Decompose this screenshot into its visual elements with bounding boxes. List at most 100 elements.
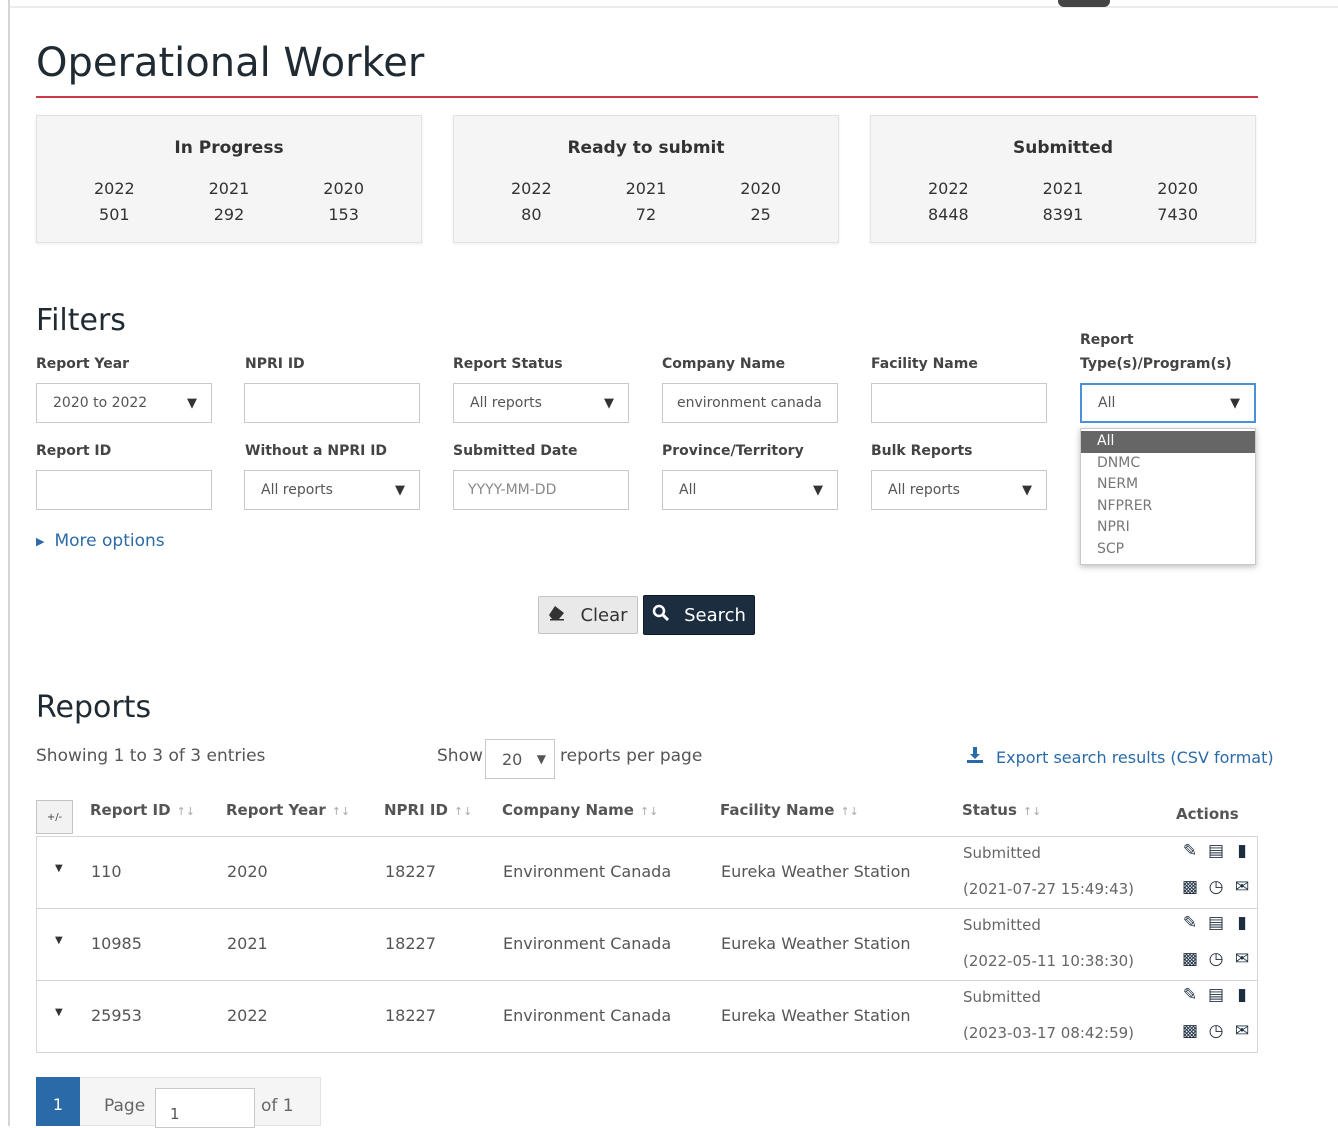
pdf-icon[interactable]: ▩ — [1177, 1021, 1203, 1041]
page-total: of 1 — [261, 1096, 294, 1116]
dropdown-option-nerm[interactable]: NERM — [1081, 474, 1255, 496]
facility-name-input[interactable] — [871, 383, 1047, 423]
entries-info: Showing 1 to 3 of 3 entries — [36, 746, 266, 766]
chevron-down-icon: ▼ — [395, 482, 405, 498]
header-label: Report ID — [90, 801, 171, 819]
caret-down-icon[interactable]: ▼ — [55, 1007, 63, 1018]
ready-to-submit-card: Ready to submit 2022 80 2021 72 2020 25 — [453, 115, 839, 243]
stat-column: 2020 7430 — [1148, 176, 1208, 228]
report-id-input[interactable] — [36, 470, 212, 510]
stat-count: 72 — [635, 205, 657, 224]
pdf-icon[interactable]: ▩ — [1177, 877, 1203, 897]
edit-icon[interactable]: ✎ — [1177, 985, 1203, 1005]
export-label: Export search results (CSV format) — [996, 748, 1274, 767]
cell-report-id: 25953 — [91, 1006, 142, 1025]
stat-column: 2022 8448 — [918, 176, 978, 228]
document-icon[interactable]: ▮ — [1229, 913, 1255, 933]
column-header-actions: Actions — [1176, 805, 1239, 823]
per-page-label: reports per page — [560, 746, 703, 766]
expand-all-toggle[interactable]: +/- — [36, 800, 73, 834]
clock-icon[interactable]: ◷ — [1203, 877, 1229, 897]
bulk-reports-select[interactable]: All reports ▼ — [871, 470, 1047, 510]
report-type-label: Report Type(s)/Program(s) — [1080, 328, 1232, 376]
search-button[interactable]: Search — [643, 595, 755, 635]
report-type-dropdown: All DNMC NERM NFPRER NPRI SCP — [1080, 428, 1256, 565]
dropdown-option-dnmc[interactable]: DNMC — [1081, 453, 1255, 475]
window-left-border — [8, 0, 10, 1126]
more-options-toggle[interactable]: ▶ More options — [36, 531, 165, 551]
select-value: All reports — [261, 482, 333, 498]
header-label: NPRI ID — [384, 801, 448, 819]
envelope-icon[interactable]: ✉ — [1229, 949, 1255, 969]
column-header-company-name[interactable]: Company Name ↑↓ — [502, 798, 658, 824]
clear-button[interactable]: Clear — [538, 596, 638, 634]
cell-company-name: Environment Canada — [503, 862, 672, 881]
save-icon[interactable]: ▤ — [1203, 913, 1229, 933]
page-button-current[interactable]: 1 — [36, 1077, 80, 1126]
select-value: 20 — [502, 749, 523, 769]
cell-npri-id: 18227 — [385, 934, 436, 953]
province-select[interactable]: All ▼ — [662, 470, 838, 510]
dropdown-option-all[interactable]: All — [1081, 431, 1255, 453]
stat-count: 80 — [521, 205, 542, 224]
sort-icon: ↑↓ — [1022, 805, 1042, 818]
cell-company-name: Environment Canada — [503, 934, 672, 953]
export-csv-link[interactable]: Export search results (CSV format) — [966, 746, 1274, 769]
reports-table: ▼ 110 2020 18227 Environment Canada Eure… — [36, 836, 1258, 1053]
column-header-report-year[interactable]: Report Year ↑↓ — [226, 798, 350, 824]
column-header-facility-name[interactable]: Facility Name ↑↓ — [720, 798, 859, 824]
report-type-select[interactable]: All ▼ — [1080, 383, 1256, 423]
select-value: All — [679, 482, 697, 498]
report-type-label-line2: Type(s)/Program(s) — [1080, 356, 1232, 372]
cell-status-date: (2022-05-11 10:38:30) — [963, 952, 1135, 970]
cell-report-year: 2021 — [227, 934, 268, 953]
stat-year: 2022 — [510, 179, 552, 198]
report-year-select[interactable]: 2020 to 2022 ▼ — [36, 383, 212, 423]
facility-name-label: Facility Name — [871, 356, 978, 372]
company-name-input[interactable]: environment canada — [662, 383, 838, 423]
document-icon[interactable]: ▮ — [1229, 985, 1255, 1005]
npri-id-input[interactable] — [244, 383, 420, 423]
npri-id-label: NPRI ID — [245, 356, 305, 372]
caret-down-icon[interactable]: ▼ — [55, 863, 63, 874]
header-label: Facility Name — [720, 801, 835, 819]
save-icon[interactable]: ▤ — [1203, 985, 1229, 1005]
bulk-reports-label: Bulk Reports — [871, 443, 973, 459]
sort-icon: ↑↓ — [639, 805, 659, 818]
download-icon — [966, 746, 984, 769]
cell-facility-name: Eureka Weather Station — [721, 1006, 911, 1025]
dropdown-option-scp[interactable]: SCP — [1081, 539, 1255, 561]
report-status-select[interactable]: All reports ▼ — [453, 383, 629, 423]
pdf-icon[interactable]: ▩ — [1177, 949, 1203, 969]
dropdown-option-nfprer[interactable]: NFPRER — [1081, 496, 1255, 518]
save-icon[interactable]: ▤ — [1203, 841, 1229, 861]
cell-company-name: Environment Canada — [503, 1006, 672, 1025]
envelope-icon[interactable]: ✉ — [1229, 877, 1255, 897]
submitted-date-input[interactable]: YYYY-MM-DD — [453, 470, 629, 510]
select-value: 2020 to 2022 — [53, 395, 148, 411]
page-input[interactable]: 1 — [155, 1088, 255, 1128]
header-label: Report Year — [226, 801, 326, 819]
dropdown-option-npri[interactable]: NPRI — [1081, 517, 1255, 539]
header-label: Company Name — [502, 801, 634, 819]
column-header-status[interactable]: Status ↑↓ — [962, 798, 1041, 824]
column-header-report-id[interactable]: Report ID ↑↓ — [90, 798, 195, 824]
report-status-label: Report Status — [453, 356, 563, 372]
edit-icon[interactable]: ✎ — [1177, 913, 1203, 933]
search-label: Search — [684, 604, 746, 626]
envelope-icon[interactable]: ✉ — [1229, 1021, 1255, 1041]
clock-icon[interactable]: ◷ — [1203, 1021, 1229, 1041]
show-label: Show — [437, 746, 483, 766]
company-name-label: Company Name — [662, 356, 786, 372]
caret-down-icon[interactable]: ▼ — [55, 935, 63, 946]
cell-report-id: 110 — [91, 862, 122, 881]
column-header-npri-id[interactable]: NPRI ID ↑↓ — [384, 798, 472, 824]
clock-icon[interactable]: ◷ — [1203, 949, 1229, 969]
edit-icon[interactable]: ✎ — [1177, 841, 1203, 861]
triangle-right-icon: ▶ — [36, 534, 45, 548]
document-icon[interactable]: ▮ — [1229, 841, 1255, 861]
without-npri-select[interactable]: All reports ▼ — [244, 470, 420, 510]
per-page-select[interactable]: 20 ▼ — [485, 739, 555, 779]
pagination: 1 Page 1 of 1 — [36, 1077, 321, 1128]
card-title: Submitted — [1012, 138, 1113, 158]
